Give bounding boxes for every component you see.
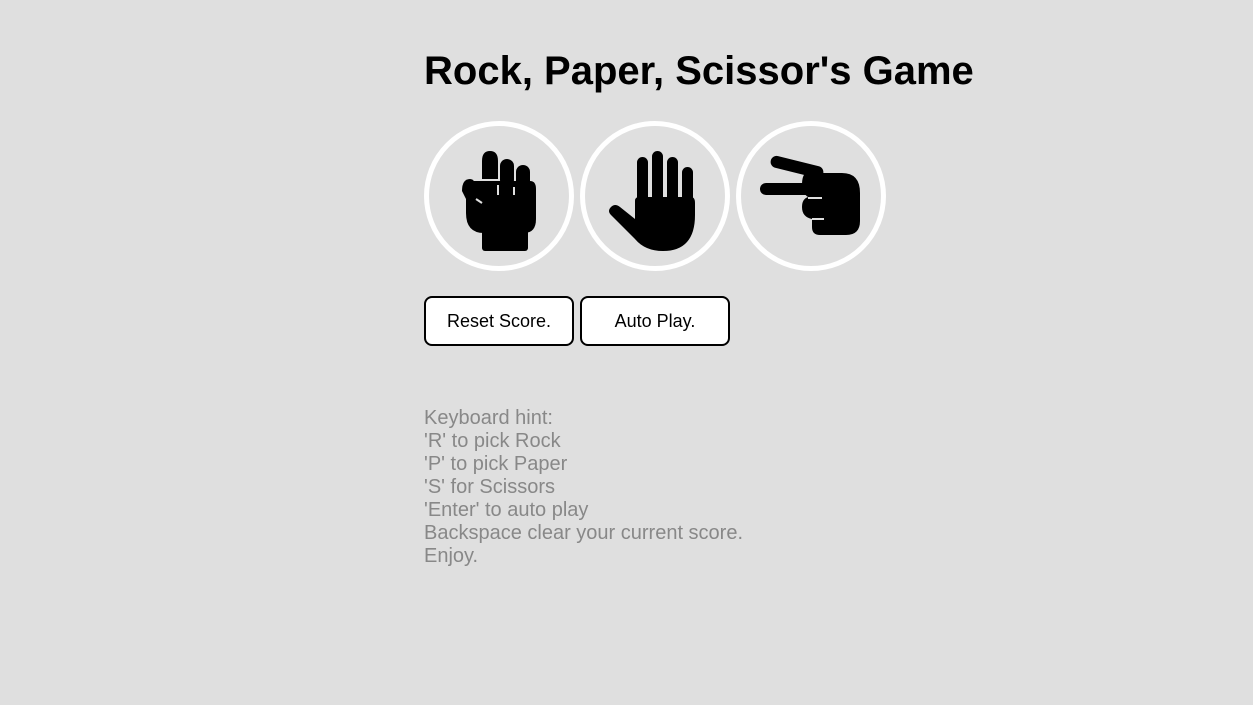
keyboard-hints: Keyboard hint: 'R' to pick Rock 'P' to p…: [424, 407, 743, 568]
hint-line-auto-play: 'Enter' to auto play: [424, 499, 589, 521]
page-title: Rock, Paper, Scissor's Game: [424, 49, 974, 93]
paper-button[interactable]: [580, 121, 730, 271]
hint-line-rock: 'R' to pick Rock: [424, 430, 561, 452]
paper-hand-icon: [605, 141, 705, 251]
hint-line-reset: Backspace clear your current score.: [424, 522, 744, 544]
hint-line-paper: 'P' to pick Paper: [424, 453, 568, 475]
rock-fist-icon: [454, 141, 544, 251]
rock-button[interactable]: [424, 121, 574, 271]
scissors-button[interactable]: [736, 121, 886, 271]
move-buttons: [424, 121, 886, 271]
hint-heading: Keyboard hint:: [424, 407, 553, 429]
hint-line-scissors: 'S' for Scissors: [424, 476, 555, 498]
control-buttons: Reset Score. Auto Play.: [424, 296, 730, 346]
scissors-hand-icon: [756, 151, 866, 241]
reset-score-button[interactable]: Reset Score.: [424, 296, 574, 346]
auto-play-button[interactable]: Auto Play.: [580, 296, 730, 346]
hint-line-enjoy: Enjoy.: [424, 545, 479, 567]
